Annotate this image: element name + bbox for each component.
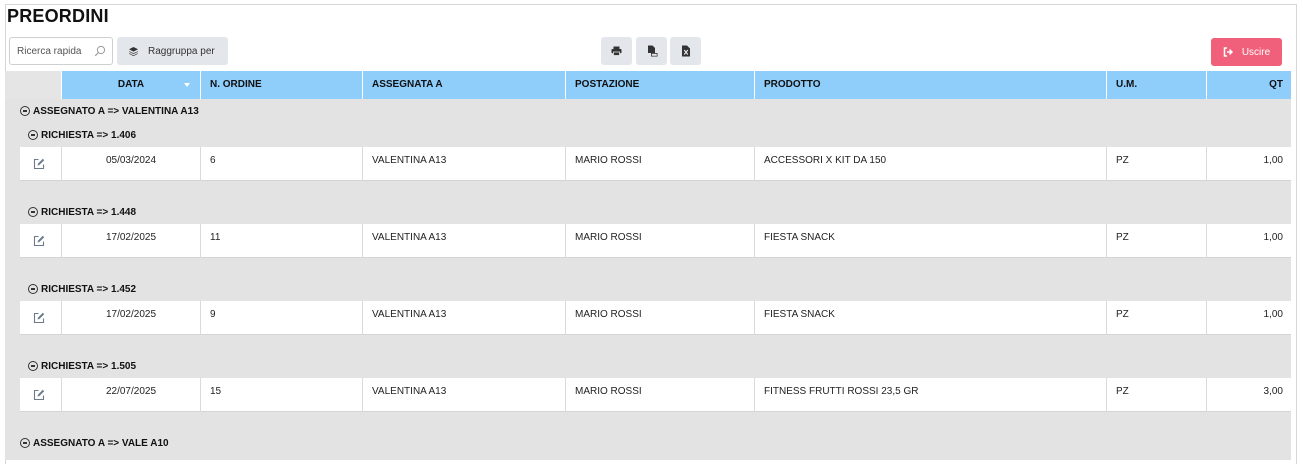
edit-icon (33, 312, 45, 324)
cell-prodotto: FITNESS FRUTTI ROSSI 23,5 GR (754, 378, 1106, 412)
table-header: DATA N. ORDINE ASSEGNATA A POSTAZIONE PR… (5, 71, 1291, 99)
col-header-data[interactable]: DATA (61, 71, 200, 99)
subgroup-row[interactable]: RICHIESTA => 1.505 (5, 354, 1291, 378)
collapse-icon[interactable] (28, 284, 38, 294)
cell-prodotto: ACCESSORI X KIT DA 150 (754, 147, 1106, 181)
exit-button[interactable]: Uscire (1211, 38, 1282, 66)
cell-data: 22/07/2025 (61, 378, 200, 412)
col-header-assegnata[interactable]: ASSEGNATA A (362, 71, 565, 99)
collapse-icon[interactable] (28, 361, 38, 371)
col-header-ordine[interactable]: N. ORDINE (200, 71, 362, 99)
edit-icon (33, 158, 45, 170)
col-header-um[interactable]: U.M. (1106, 71, 1206, 99)
cell-um: PZ (1106, 224, 1206, 258)
group-by-button[interactable]: Raggruppa per (117, 37, 228, 65)
sort-descending-icon[interactable] (184, 83, 190, 87)
sign-out-icon (1223, 47, 1233, 57)
cell-postazione: MARIO ROSSI (565, 378, 754, 412)
layers-icon (129, 46, 138, 56)
collapse-icon[interactable] (20, 438, 30, 448)
cell-um: PZ (1106, 147, 1206, 181)
col-header-prodotto[interactable]: PRODOTTO (754, 71, 1106, 99)
col-header-postazione[interactable]: POSTAZIONE (565, 71, 754, 99)
cell-ordine: 6 (200, 147, 362, 181)
cell-ordine: 11 (200, 224, 362, 258)
search-icon[interactable] (94, 45, 106, 57)
cell-postazione: MARIO ROSSI (565, 301, 754, 335)
group-row[interactable]: ASSEGNATO A => VALE A10 (5, 431, 1291, 455)
exit-label: Uscire (1241, 46, 1271, 58)
edit-icon (33, 389, 45, 401)
subgroup-row[interactable]: RICHIESTA => 1.452 (5, 277, 1291, 301)
subgroup-row[interactable]: RICHIESTA => 1.406 (5, 123, 1291, 147)
cell-qt: 3,00 (1206, 378, 1291, 412)
preorders-table: DATA N. ORDINE ASSEGNATA A POSTAZIONE PR… (5, 71, 1291, 460)
cell-data: 17/02/2025 (61, 224, 200, 258)
edit-button[interactable] (21, 147, 57, 181)
collapse-icon[interactable] (28, 207, 38, 217)
cell-postazione: MARIO ROSSI (565, 147, 754, 181)
edit-button[interactable] (21, 224, 57, 258)
print-button[interactable] (601, 37, 632, 65)
group-by-label: Raggruppa per (148, 45, 215, 57)
group-row[interactable]: ASSEGNATO A => VALENTINA A13 (5, 99, 1291, 123)
cell-assegnata: VALENTINA A13 (362, 147, 565, 181)
cell-um: PZ (1106, 378, 1206, 412)
col-header-qt[interactable]: QT (1206, 71, 1291, 99)
table-row: 17/02/2025 9 VALENTINA A13 MARIO ROSSI F… (5, 301, 1291, 335)
cell-assegnata: VALENTINA A13 (362, 224, 565, 258)
printer-icon (611, 46, 622, 56)
cell-qt: 1,00 (1206, 147, 1291, 181)
table-row: 17/02/2025 11 VALENTINA A13 MARIO ROSSI … (5, 224, 1291, 258)
cell-data: 17/02/2025 (61, 301, 200, 335)
quick-search[interactable] (9, 37, 113, 65)
cell-postazione: MARIO ROSSI (565, 224, 754, 258)
export-excel-button[interactable] (670, 37, 701, 65)
page-title: PREORDINI (7, 6, 109, 26)
collapse-icon[interactable] (28, 130, 38, 140)
cell-um: PZ (1106, 301, 1206, 335)
header-spacer (5, 71, 61, 99)
table-row: 22/07/2025 15 VALENTINA A13 MARIO ROSSI … (5, 378, 1291, 412)
cell-qt: 1,00 (1206, 224, 1291, 258)
cell-assegnata: VALENTINA A13 (362, 301, 565, 335)
cell-prodotto: FIESTA SNACK (754, 224, 1106, 258)
edit-button[interactable] (21, 301, 57, 335)
subgroup-row[interactable]: RICHIESTA => 1.448 (5, 200, 1291, 224)
table-row: 05/03/2024 6 VALENTINA A13 MARIO ROSSI A… (5, 147, 1291, 181)
cell-assegnata: VALENTINA A13 (362, 378, 565, 412)
excel-file-icon (681, 45, 690, 57)
pdf-file-icon (647, 45, 657, 57)
cell-ordine: 9 (200, 301, 362, 335)
cell-prodotto: FIESTA SNACK (754, 301, 1106, 335)
export-pdf-button[interactable] (636, 37, 667, 65)
cell-data: 05/03/2024 (61, 147, 200, 181)
edit-button[interactable] (21, 378, 57, 412)
cell-qt: 1,00 (1206, 301, 1291, 335)
cell-ordine: 15 (200, 378, 362, 412)
edit-icon (33, 235, 45, 247)
collapse-icon[interactable] (20, 106, 30, 116)
search-input[interactable] (10, 38, 90, 64)
